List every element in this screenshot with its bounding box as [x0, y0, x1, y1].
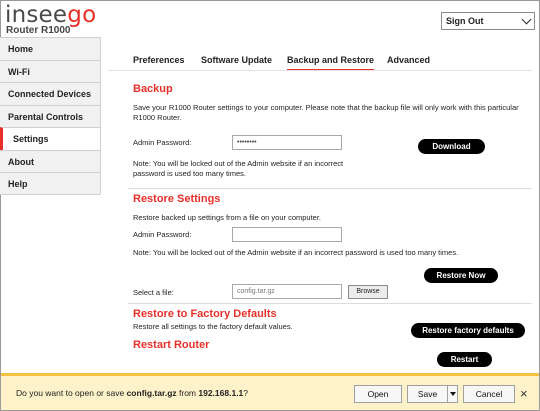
sidebar-divider: [100, 37, 101, 194]
close-icon[interactable]: ×: [520, 386, 528, 401]
backup-lockout-note: Note: You will be locked out of the Admi…: [133, 159, 344, 178]
sidebar-item-wifi[interactable]: Wi-Fi: [0, 59, 100, 82]
restore-now-button[interactable]: Restore Now: [424, 268, 498, 283]
tab-software-update[interactable]: Software Update: [201, 55, 272, 65]
factory-defaults-description: Restore all settings to the factory defa…: [133, 322, 293, 331]
backup-description: Save your R1000 Router settings to your …: [133, 103, 519, 122]
backup-password-label: Admin Password:: [133, 138, 192, 147]
chevron-down-icon: [521, 14, 532, 25]
download-notification-bar: Do you want to open or save config.tar.g…: [1, 373, 539, 410]
restore-description: Restore backed up settings from a file o…: [133, 213, 322, 222]
browse-button[interactable]: Browse: [348, 285, 388, 299]
tab-advanced[interactable]: Advanced: [387, 55, 430, 65]
restore-password-input[interactable]: [232, 227, 342, 242]
restore-factory-defaults-button[interactable]: Restore factory defaults: [411, 323, 525, 338]
sidebar-item-help[interactable]: Help: [0, 172, 100, 195]
save-button[interactable]: Save: [407, 385, 447, 403]
file-path-input[interactable]: config.tar.gz: [232, 284, 342, 299]
cancel-button[interactable]: Cancel: [463, 385, 515, 403]
signout-label: Sign Out: [446, 16, 484, 26]
router-model: Router R1000: [6, 25, 71, 36]
sidebar-nav: Home Wi-Fi Connected Devices Parental Co…: [0, 37, 100, 195]
restore-lockout-note: Note: You will be locked out of the Admi…: [133, 248, 459, 257]
backup-password-input[interactable]: ••••••••: [232, 135, 342, 150]
sidebar-item-about[interactable]: About: [0, 149, 100, 172]
section-divider: [128, 188, 532, 189]
open-button[interactable]: Open: [354, 385, 402, 403]
tab-backup-and-restore[interactable]: Backup and Restore: [287, 55, 375, 71]
select-file-label: Select a file:: [133, 288, 174, 297]
download-button[interactable]: Download: [418, 139, 485, 154]
tab-preferences[interactable]: Preferences: [133, 55, 185, 65]
backup-heading: Backup: [133, 83, 173, 95]
restore-heading: Restore Settings: [133, 193, 221, 205]
dropdown-arrow-icon: [450, 392, 456, 396]
sidebar-item-home[interactable]: Home: [0, 37, 100, 60]
download-prompt: Do you want to open or save config.tar.g…: [16, 388, 249, 398]
save-options-button[interactable]: [447, 385, 458, 403]
tabs-divider: [108, 70, 532, 71]
signout-select[interactable]: Sign Out: [441, 12, 535, 30]
section-divider: [128, 303, 532, 304]
sidebar-item-parental-controls[interactable]: Parental Controls: [0, 104, 100, 127]
restore-password-label: Admin Password:: [133, 230, 192, 239]
sidebar-item-settings[interactable]: Settings: [0, 127, 100, 150]
factory-defaults-heading: Restore to Factory Defaults: [133, 308, 277, 320]
restart-router-heading: Restart Router: [133, 339, 210, 351]
restart-button[interactable]: Restart: [437, 352, 492, 367]
sidebar-item-connected-devices[interactable]: Connected Devices: [0, 82, 100, 105]
